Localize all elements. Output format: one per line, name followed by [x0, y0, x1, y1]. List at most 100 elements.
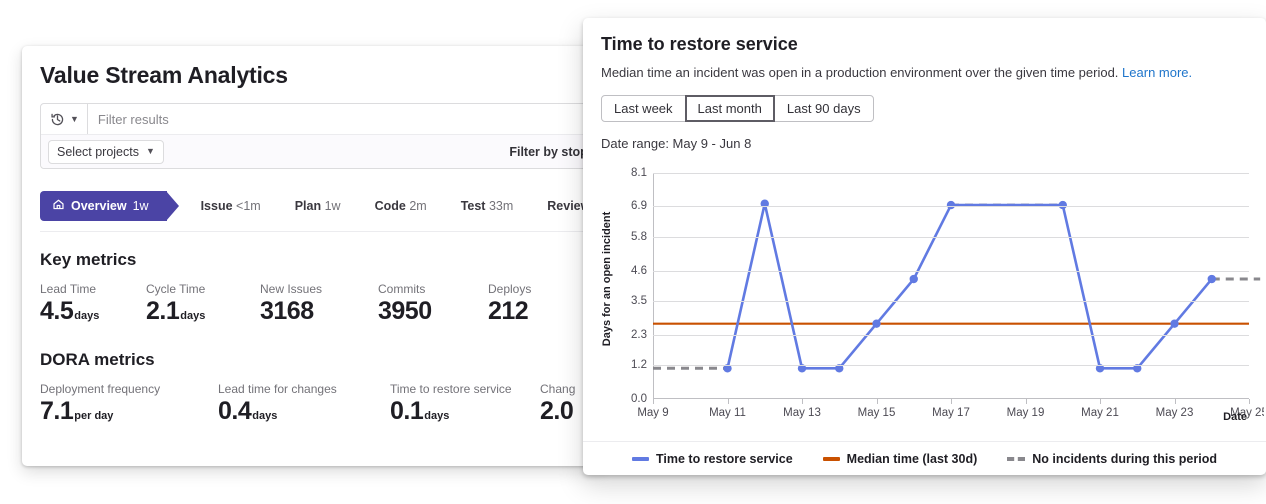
metric-time-to-restore-service: Time to restore service 0.1days [390, 382, 540, 426]
metric-value-wrap: 3950 [378, 297, 488, 326]
range-last-month-button[interactable]: Last month [684, 94, 775, 122]
gridline [653, 334, 1249, 336]
metric-deployment-frequency: Deployment frequency 7.1per day [40, 382, 218, 426]
stage-duration: 1w [132, 199, 149, 213]
legend-swatch-line [632, 456, 649, 461]
x-axis-tick-mark [727, 398, 729, 404]
x-axis-title: Date [1223, 410, 1247, 423]
tab-issue[interactable]: Issue <1m [201, 199, 261, 213]
metric-label: Chang [540, 382, 576, 396]
chart: Days for an open incident 0.0 1.2 2.3 3.5 4.… [601, 159, 1266, 449]
metric-value-wrap: 2.1days [146, 297, 260, 326]
home-icon [52, 198, 65, 214]
metric-cycle-time: Cycle Time 2.1days [146, 282, 260, 326]
data-point-marker[interactable] [1207, 274, 1216, 284]
x-axis-tick-mark [802, 398, 803, 404]
x-axis-tick-label: May 23 [1155, 406, 1194, 419]
metric-label: Deployment frequency [40, 382, 161, 396]
x-axis-tick-mark [951, 398, 952, 404]
legend-item-median-time[interactable]: Median time (last 30d) [822, 451, 978, 466]
stage-duration: <1m [236, 199, 261, 213]
metric-label: Lead time for changes [218, 382, 337, 396]
stage-label: Overview [71, 199, 127, 213]
y-axis-tick-label: 2.3 [631, 328, 647, 341]
x-axis-tick-label: May 21 [1081, 406, 1119, 419]
metric-lead-time-for-changes: Lead time for changes 0.4days [218, 382, 390, 426]
data-point-marker[interactable] [872, 319, 881, 328]
stage-tabs: Overview 1w Issue <1m Plan 1w Code 2m Te… [40, 191, 602, 231]
metric-value-wrap: 7.1per day [40, 397, 218, 426]
legend-item-time-to-restore-service[interactable]: Time to restore service [632, 452, 793, 466]
y-axis-tick-label: 8.1 [631, 166, 647, 179]
chart-legend: Time to restore service Median time (las… [583, 441, 1266, 475]
range-last-90-days-button[interactable]: Last 90 days [773, 94, 874, 122]
legend-label: Median time (last 30d) [846, 451, 978, 466]
metric-deploys: Deploys 212 [488, 282, 531, 326]
x-axis-tick-mark [876, 398, 878, 404]
popup-title: Time to restore service [601, 34, 798, 54]
popup-description: Median time an incident was open in a pr… [601, 65, 1248, 82]
metric-label: Time to restore service [390, 382, 512, 396]
tab-code[interactable]: Code 2m [375, 199, 427, 213]
x-axis-tick-mark [1025, 398, 1027, 404]
stage-duration: 1w [324, 199, 341, 213]
select-projects-dropdown[interactable]: Select projects ▼ [48, 139, 164, 164]
legend-swatch-line [822, 456, 840, 461]
metric-change-failure-rate: Chang 2.0 [540, 382, 575, 426]
sidebar-item-overview[interactable]: Overview 1w [40, 191, 179, 221]
data-point-marker[interactable] [909, 274, 918, 284]
tab-plan[interactable]: Plan 1w [295, 199, 341, 213]
metric-value: 212 [488, 297, 529, 325]
stage-label: Issue [200, 199, 233, 213]
stage-duration: 33m [488, 199, 514, 213]
metric-value: 4.5 [40, 297, 74, 325]
gridline [653, 270, 1249, 272]
x-axis-tick-label: May 13 [783, 406, 821, 419]
data-point-marker[interactable] [946, 200, 956, 210]
metric-unit: days [180, 310, 206, 322]
metric-label: New Issues [260, 282, 323, 296]
gridline [653, 301, 1249, 303]
metric-value: 0.4 [218, 397, 252, 425]
legend-item-no-incidents[interactable]: No incidents during this period [1007, 452, 1217, 466]
x-axis-tick-label: May 15 [857, 406, 896, 419]
range-last-week-button[interactable]: Last week [601, 94, 686, 122]
select-projects-label: Select projects [57, 144, 139, 159]
page-title: Value Stream Analytics [40, 62, 288, 88]
x-axis-tick-label: May 19 [1006, 406, 1045, 419]
metric-commits: Commits 3950 [378, 282, 488, 326]
key-metrics-row: Lead Time 4.5days Cycle Time 2.1days New… [40, 282, 602, 326]
metric-value-wrap: 0.4days [218, 397, 390, 426]
time-range-segmented-control: Last week Last month Last 90 days [601, 94, 874, 122]
y-axis-tick-label: 4.6 [631, 264, 647, 277]
time-to-restore-service-line [726, 202, 1213, 370]
metric-unit: per day [74, 410, 114, 422]
y-axis-tick-label: 0.0 [631, 392, 647, 405]
x-axis-tick-mark [653, 398, 654, 404]
search-input[interactable] [87, 104, 602, 134]
y-axis-tick-label: 1.2 [631, 359, 647, 372]
metric-label: Lead Time [40, 282, 97, 296]
value-stream-analytics-card: Value Stream Analytics ▼ Filter results … [22, 46, 602, 466]
x-axis-tick-mark [1174, 398, 1176, 404]
gridline [653, 206, 1249, 208]
metric-value: 2.1 [146, 297, 180, 325]
data-point-marker[interactable] [1058, 200, 1067, 210]
metric-value: 3168 [260, 297, 314, 325]
x-axis-tick-mark [1100, 398, 1101, 404]
dora-metrics-heading: DORA metrics [40, 350, 155, 369]
x-axis-tick-mark [1249, 398, 1250, 404]
learn-more-link[interactable]: Learn more. [1122, 65, 1192, 80]
metric-lead-time: Lead Time 4.5days [40, 282, 146, 326]
tab-test[interactable]: Test 33m [461, 199, 514, 213]
stage-label: Plan [294, 199, 322, 213]
data-point-marker[interactable] [1170, 319, 1179, 328]
history-dropdown-button[interactable]: ▼ [41, 104, 88, 134]
legend-label: No incidents during this period [1032, 451, 1217, 466]
history-icon [50, 112, 65, 127]
stage-label: Test [460, 199, 486, 213]
metric-value-wrap: 0.1days [390, 397, 540, 426]
metric-value-wrap: 2.0 [540, 397, 575, 426]
metric-value: 2.0 [540, 397, 574, 425]
time-to-restore-service-popup: Time to restore service Median time an i… [583, 18, 1266, 475]
